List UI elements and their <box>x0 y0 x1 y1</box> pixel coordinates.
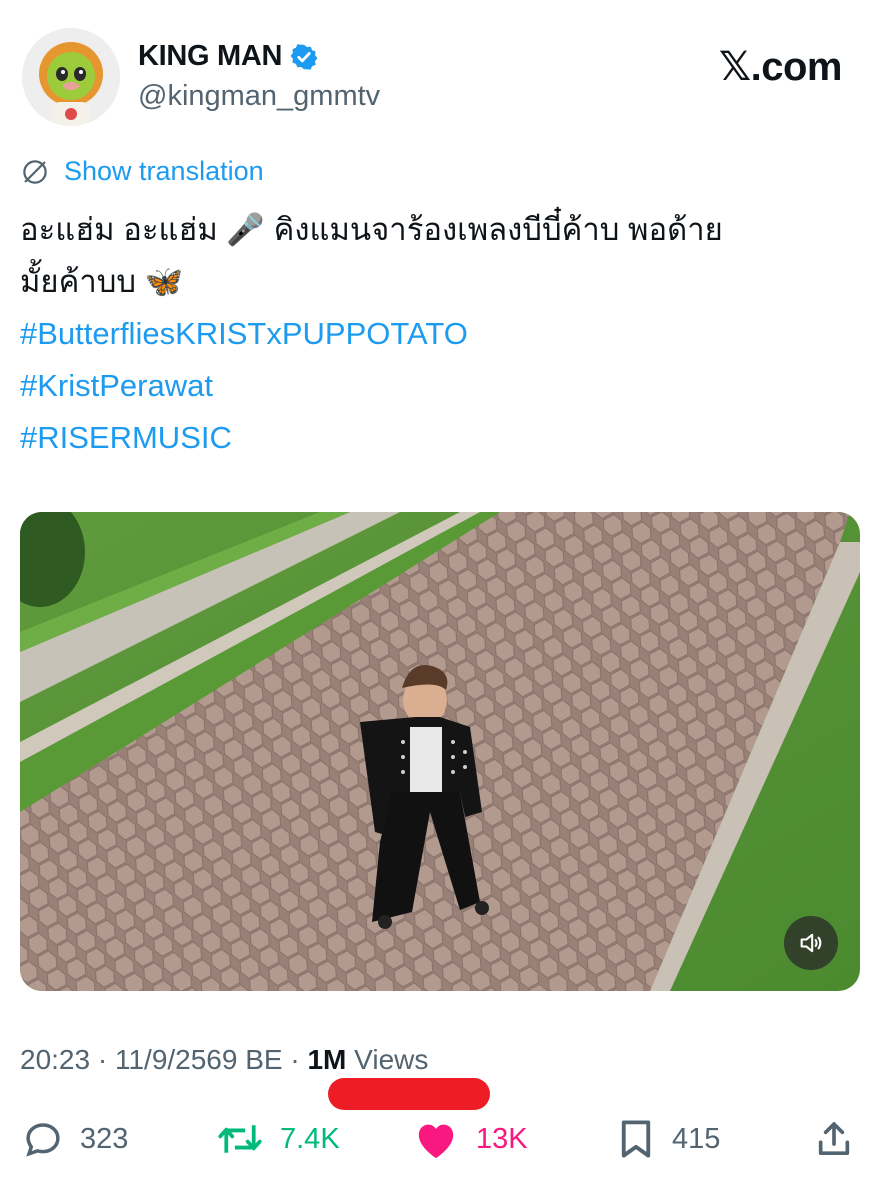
show-translation-link[interactable]: Show translation <box>20 156 264 187</box>
user-handle[interactable]: @kingman_gmmtv <box>138 80 380 113</box>
like-count: 13K <box>476 1122 528 1155</box>
tweet-meta: 20:23 · 11/9/2569 BE · 1M Views <box>20 1044 428 1076</box>
hashtag-link[interactable]: #RISERMUSIC <box>20 412 860 464</box>
bookmark-icon <box>621 1120 651 1158</box>
meta-separator: · <box>97 1044 108 1075</box>
video-player[interactable] <box>20 512 860 991</box>
meta-separator: · <box>290 1044 300 1075</box>
display-name-row[interactable]: KING MAN <box>138 40 318 73</box>
x-brand-logo: 𝕏.com <box>718 45 843 89</box>
bookmark-button[interactable]: 415 <box>616 1118 720 1160</box>
bookmark-count: 415 <box>672 1122 721 1155</box>
display-name[interactable]: KING MAN <box>138 40 283 73</box>
lion-mascot-avatar-icon <box>22 28 120 126</box>
tweet-time[interactable]: 20:23 <box>20 1044 90 1075</box>
repost-count: 7.4K <box>280 1122 340 1155</box>
video-frame <box>20 512 860 991</box>
hashtag-link[interactable]: #KristPerawat <box>20 360 860 412</box>
hashtag-link[interactable]: #ButterfliesKRISTxPUPPOTATO <box>20 308 860 360</box>
show-translation-label[interactable]: Show translation <box>64 156 264 187</box>
share-button[interactable] <box>814 1118 854 1160</box>
reply-count: 323 <box>80 1122 129 1155</box>
share-icon <box>818 1122 850 1155</box>
mute-toggle-button[interactable] <box>784 916 838 970</box>
avatar[interactable] <box>22 28 120 126</box>
tweet-date[interactable]: 11/9/2569 BE <box>115 1044 283 1075</box>
repost-icon <box>218 1125 262 1153</box>
views-label: Views <box>354 1044 429 1075</box>
red-highlight-mark <box>328 1078 490 1110</box>
translate-globe-icon <box>23 159 47 184</box>
reply-button[interactable]: 323 <box>22 1118 128 1160</box>
tweet-line-2: มั้ยค้าบบ 🦋 <box>20 264 184 299</box>
like-button[interactable]: 13K <box>412 1118 528 1160</box>
repost-button[interactable]: 7.4K <box>216 1118 340 1160</box>
views-count: 1M <box>307 1044 347 1075</box>
speaker-muted-icon <box>800 933 822 953</box>
tweet-line-1: อะแฮ่ม อะแฮ่ม 🎤 คิงแมนจาร้องเพลงบีบี๋ค้า… <box>20 212 723 247</box>
verified-badge-icon <box>290 43 318 70</box>
reply-icon <box>26 1123 60 1157</box>
tweet-text: อะแฮ่ม อะแฮ่ม 🎤 คิงแมนจาร้องเพลงบีบี๋ค้า… <box>20 204 860 464</box>
heart-filled-icon <box>418 1124 454 1159</box>
